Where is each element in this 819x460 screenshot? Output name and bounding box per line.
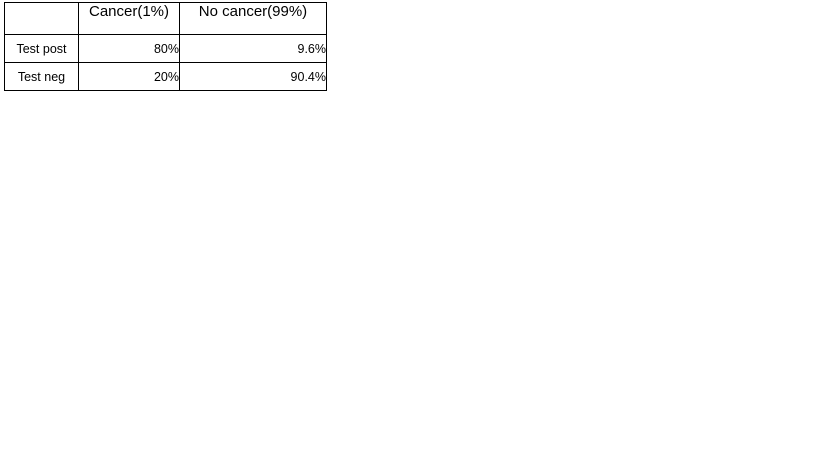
column-header-no-cancer: No cancer(99%)	[179, 2, 327, 35]
probability-table: Cancer(1%) No cancer(99%) Test post 80% …	[4, 2, 327, 91]
column-header-cancer: Cancer(1%)	[78, 2, 180, 35]
table-header-row: Cancer(1%) No cancer(99%)	[4, 2, 327, 35]
cell-test-neg-cancer: 20%	[78, 62, 180, 91]
cell-test-neg-no-cancer: 90.4%	[179, 62, 327, 91]
table-row: Test neg 20% 90.4%	[4, 62, 327, 91]
row-header-test-post: Test post	[4, 34, 79, 63]
row-header-test-neg: Test neg	[4, 62, 79, 91]
corner-cell	[4, 2, 79, 35]
cell-test-post-cancer: 80%	[78, 34, 180, 63]
cell-test-post-no-cancer: 9.6%	[179, 34, 327, 63]
table-row: Test post 80% 9.6%	[4, 34, 327, 63]
